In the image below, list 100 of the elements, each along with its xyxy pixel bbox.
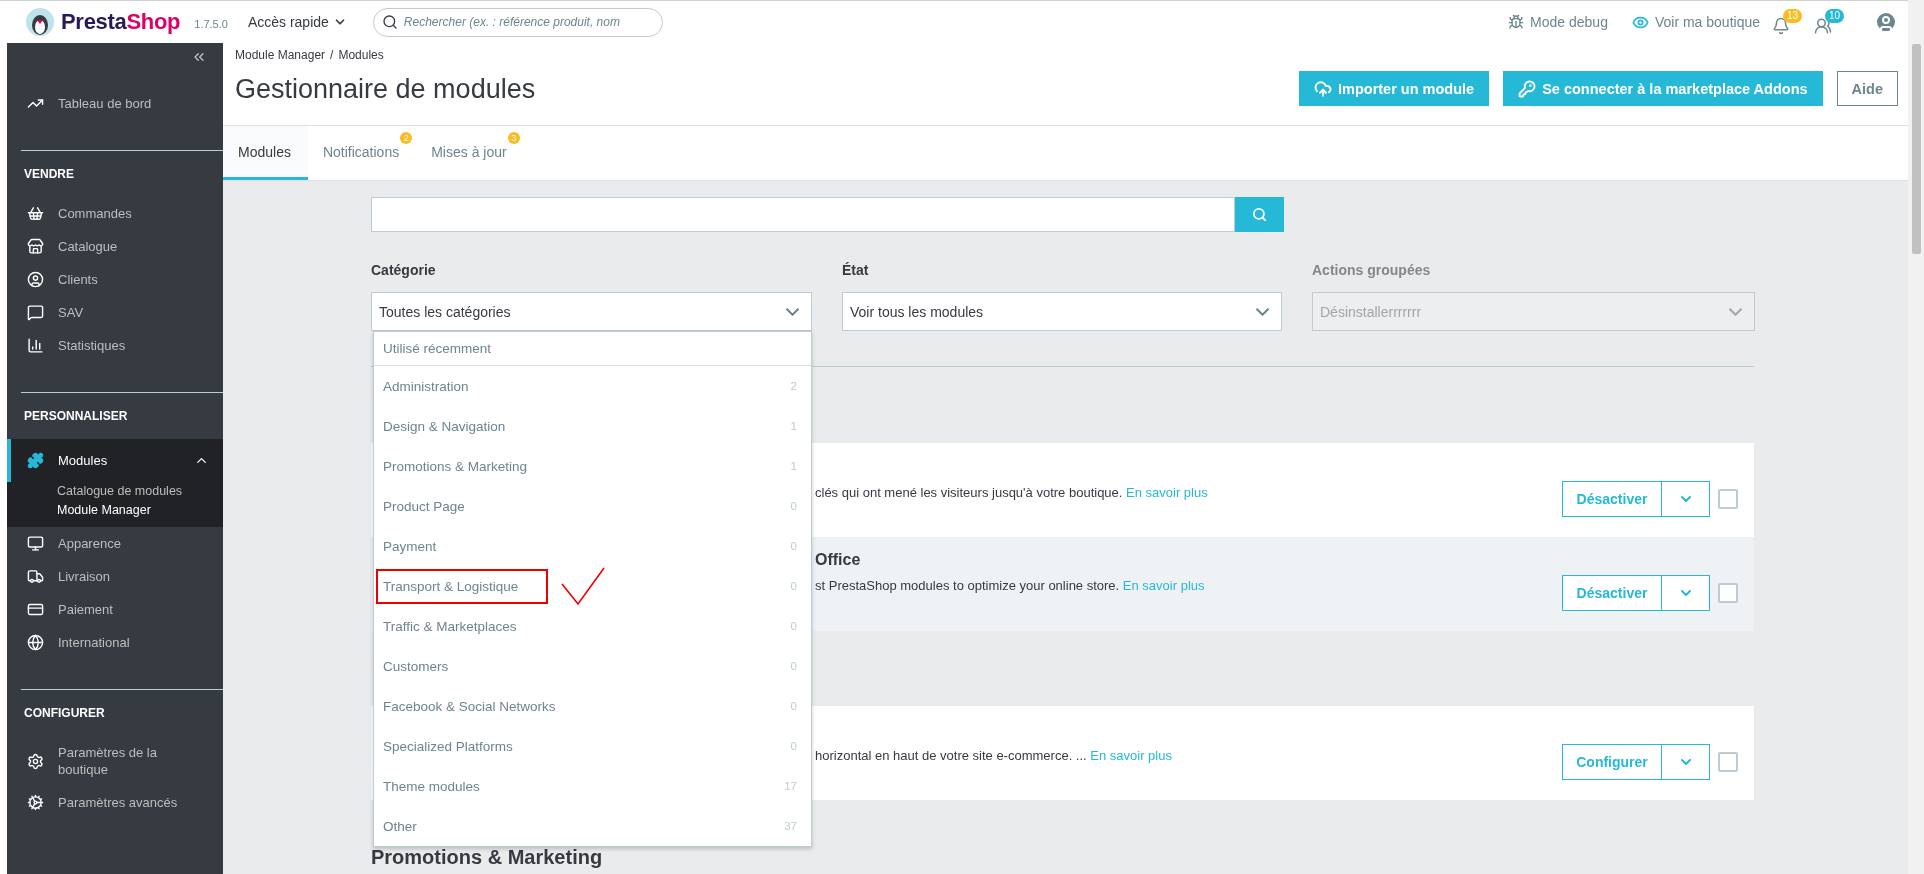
sidebar-item[interactable]: Modules bbox=[7, 439, 223, 482]
count-badge: 10 bbox=[1824, 9, 1844, 23]
submenu-item[interactable]: Catalogue de modules bbox=[57, 484, 223, 498]
tab[interactable]: Modules bbox=[223, 126, 308, 180]
cog-icon bbox=[27, 794, 44, 811]
penguin-logo-icon bbox=[25, 7, 55, 37]
submenu-item[interactable]: Module Manager bbox=[57, 503, 223, 517]
option-count: 1 bbox=[790, 460, 797, 472]
module-description: st PrestaShop modules to optimize your online store. En savoir plus bbox=[815, 578, 1206, 593]
basket-icon bbox=[27, 205, 44, 222]
module-checkbox[interactable] bbox=[1718, 489, 1738, 509]
option-count: 0 bbox=[790, 620, 797, 632]
filter-select: Désinstallerrrrrrr bbox=[1312, 292, 1755, 331]
monitor-icon bbox=[27, 535, 44, 552]
debug-mode-link[interactable]: Mode debug bbox=[1508, 14, 1608, 30]
sidebar-item[interactable]: Tableau de bord bbox=[7, 87, 223, 120]
sidebar-item[interactable]: Catalogue bbox=[7, 230, 223, 263]
page-title: Gestionnaire de modules bbox=[235, 74, 537, 105]
more-actions-button[interactable] bbox=[1661, 744, 1710, 780]
notification-button[interactable]: 10 bbox=[1814, 9, 1844, 35]
module-description: horizontal en haut de votre site e-commerce. ... En savoir plus bbox=[815, 748, 1173, 763]
filter-select[interactable]: Voir tous les modules bbox=[842, 292, 1282, 331]
option-count: 0 bbox=[790, 580, 797, 592]
option-count: 0 bbox=[790, 500, 797, 512]
bell-icon bbox=[1772, 17, 1790, 35]
sidebar-item[interactable]: Apparence bbox=[7, 527, 223, 560]
breadcrumb-separator: / bbox=[330, 48, 334, 62]
people-icon bbox=[1814, 17, 1832, 35]
module-action-button[interactable]: Désactiver bbox=[1562, 481, 1662, 517]
breadcrumb-link[interactable]: Module Manager bbox=[235, 48, 326, 62]
section-heading: CONFIGURER bbox=[24, 706, 106, 720]
filter-label: Actions groupées bbox=[1312, 262, 1432, 278]
category-option[interactable]: Product Page 0 bbox=[374, 486, 811, 526]
sidebar-item[interactable]: Statistiques bbox=[7, 329, 223, 362]
search-field[interactable]: Rechercher (ex. : référence produit, nom bbox=[372, 7, 663, 37]
category-option[interactable]: Theme modules 17 bbox=[374, 766, 811, 806]
settings-icon bbox=[27, 752, 44, 770]
header-button[interactable]: Importer un module bbox=[1299, 71, 1490, 106]
module-description: clés qui ont mené les visiteurs jusqu'à votre boutique. En savoir plus bbox=[815, 485, 1209, 500]
bug-icon bbox=[1508, 14, 1525, 30]
category-option[interactable]: Administration 2 bbox=[374, 366, 811, 406]
header-button[interactable]: Se connecter à la marketplace Addons bbox=[1503, 71, 1823, 106]
category-option[interactable]: Traffic & Marketplaces 0 bbox=[374, 606, 811, 646]
category-option[interactable]: Facebook & Social Networks 0 bbox=[374, 686, 811, 726]
sidebar-item[interactable]: SAV bbox=[7, 296, 223, 329]
dropdown-header: Utilisé récemment bbox=[374, 332, 811, 366]
category-option[interactable]: Customers 0 bbox=[374, 646, 811, 686]
filter-select[interactable]: Toutes les catégories bbox=[371, 292, 812, 331]
truck-icon bbox=[27, 568, 44, 585]
sidebar-item[interactable]: Clients bbox=[7, 263, 223, 296]
avatar-icon bbox=[1874, 10, 1898, 34]
quick-access-menu[interactable]: Accès rapide bbox=[247, 14, 347, 30]
count-badge: 13 bbox=[1782, 9, 1802, 23]
learn-more-link[interactable]: En savoir plus bbox=[1122, 578, 1205, 593]
option-count: 37 bbox=[784, 820, 797, 832]
module-checkbox[interactable] bbox=[1718, 752, 1738, 772]
category-option[interactable]: Design & Navigation 1 bbox=[374, 406, 811, 446]
category-option[interactable]: Promotions & Marketing 1 bbox=[374, 446, 811, 486]
option-count: 1 bbox=[790, 420, 797, 432]
learn-more-link[interactable]: En savoir plus bbox=[1090, 748, 1172, 763]
view-shop-link[interactable]: Voir ma boutique bbox=[1631, 13, 1760, 31]
chevron-icon bbox=[1256, 307, 1269, 316]
more-actions-button[interactable] bbox=[1661, 481, 1710, 517]
option-count: 0 bbox=[790, 700, 797, 712]
search-button[interactable] bbox=[1235, 197, 1284, 232]
more-actions-button[interactable] bbox=[1661, 575, 1710, 611]
category-option[interactable]: Other 37 bbox=[374, 806, 811, 846]
option-count: 0 bbox=[790, 540, 797, 552]
check-mark-drawing bbox=[560, 566, 606, 606]
module-action-button[interactable]: Configurer bbox=[1562, 744, 1662, 780]
scrollbar[interactable] bbox=[1908, 0, 1924, 874]
sidebar-item[interactable]: Paramètres de la boutique bbox=[7, 736, 223, 786]
tab-badge: 2 bbox=[400, 132, 413, 144]
module-checkbox[interactable] bbox=[1718, 583, 1738, 603]
sidebar-item[interactable]: Livraison bbox=[7, 560, 223, 593]
module-action-button[interactable]: Désactiver bbox=[1562, 575, 1662, 611]
option-count: 0 bbox=[790, 660, 797, 672]
puzzle-icon bbox=[27, 452, 44, 469]
tab-badge: 3 bbox=[507, 132, 520, 144]
learn-more-link[interactable]: En savoir plus bbox=[1126, 485, 1208, 500]
cloud-upload-icon bbox=[1314, 79, 1332, 98]
version-label: 1.7.5.0 bbox=[194, 18, 228, 30]
store-icon bbox=[27, 238, 44, 255]
sidebar-item[interactable]: Commandes bbox=[7, 197, 223, 230]
category-option[interactable]: Specialized Platforms 0 bbox=[374, 726, 811, 766]
header-button[interactable]: Aide bbox=[1836, 71, 1898, 106]
category-option[interactable]: Payment 0 bbox=[374, 526, 811, 566]
avatar-button[interactable] bbox=[1874, 10, 1898, 34]
user-icon bbox=[27, 271, 44, 288]
module-search-field[interactable] bbox=[371, 197, 1235, 232]
sidebar-item[interactable]: Paiement bbox=[7, 593, 223, 626]
chart-icon bbox=[27, 337, 44, 354]
breadcrumb-link[interactable]: Modules bbox=[338, 48, 384, 62]
option-count: 2 bbox=[790, 380, 797, 392]
module-title: Office bbox=[815, 551, 862, 569]
category-option[interactable]: Transport & Logistique 0 bbox=[374, 566, 811, 606]
sidebar-item[interactable]: International bbox=[7, 626, 223, 659]
sidebar-item[interactable]: Paramètres avancés bbox=[7, 786, 223, 819]
chevron-icon bbox=[1729, 307, 1742, 316]
search-icon bbox=[1252, 207, 1267, 222]
